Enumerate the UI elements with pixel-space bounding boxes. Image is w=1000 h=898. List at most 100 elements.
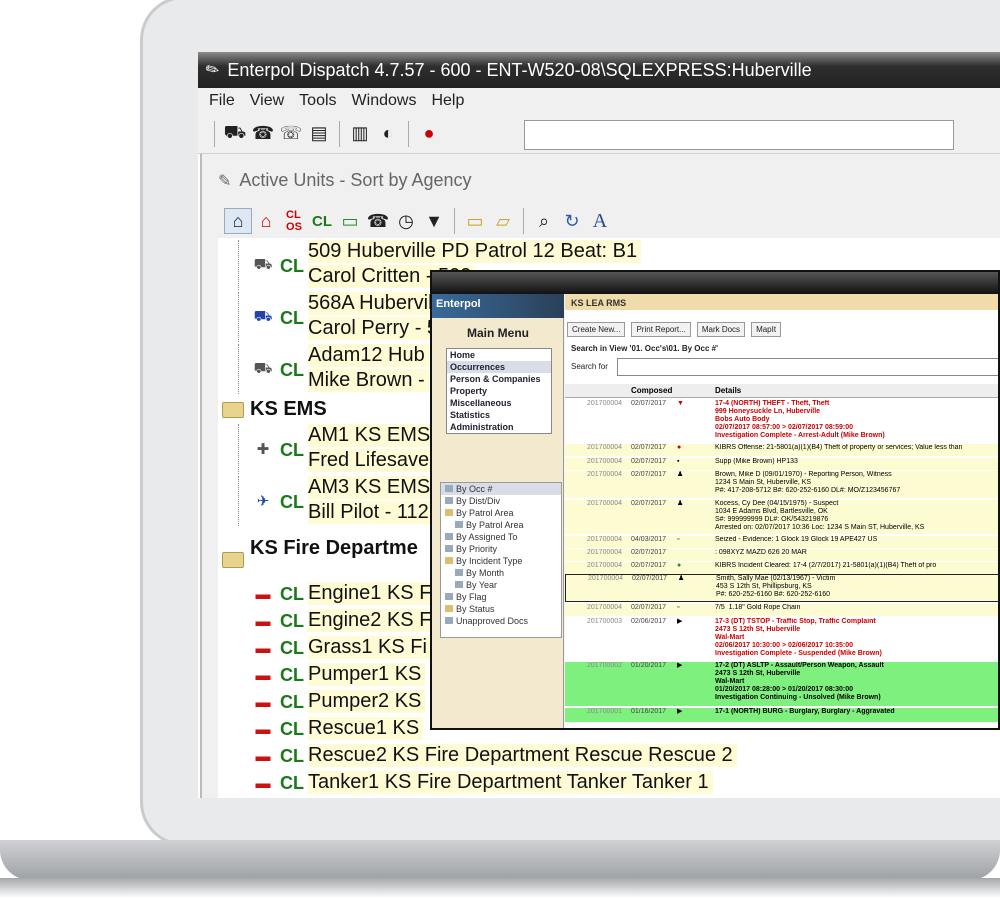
- tree-item[interactable]: By Status: [441, 603, 561, 615]
- notepad-icon[interactable]: ▥: [346, 121, 374, 147]
- tree-item[interactable]: By Patrol Area: [441, 507, 561, 519]
- agency-group-ks-fire[interactable]: KS Fire Departme: [222, 528, 418, 568]
- result-row[interactable]: 201700004 02/07/2017 ● KIBRS Offense: 21-58…: [565, 444, 998, 456]
- menu-item-statistics[interactable]: Statistics: [447, 409, 551, 421]
- pane-toolbar: ⌂ ⌂ CL OS CL ▭ ☎ ◷ ▼ ▭ ▱ ⌕ ↻ A: [224, 204, 614, 238]
- menu-file[interactable]: File: [209, 92, 235, 110]
- result-row[interactable]: 201700004 02/07/2017 ▼ 17-4 (NORTH) THEFT -…: [565, 400, 998, 442]
- create-new-button[interactable]: Create New...: [567, 322, 626, 337]
- tree-item[interactable]: By Incident Type: [441, 555, 561, 567]
- filter-icon[interactable]: ▼: [420, 208, 448, 234]
- menu-help[interactable]: Help: [431, 92, 464, 110]
- menu-view[interactable]: View: [250, 92, 284, 110]
- col-details[interactable]: Details: [715, 386, 741, 395]
- unit-officer: Mike Brown -: [308, 369, 429, 392]
- result-row[interactable]: 201700001 01/16/2017 ▶ 17-1 (NORTH) BURG - …: [565, 708, 998, 722]
- fire-truck-icon: ▬: [255, 747, 271, 765]
- tree-item[interactable]: By Month: [441, 567, 561, 579]
- person-icon: ♟: [677, 500, 684, 507]
- main-menu-heading: Main Menu: [467, 326, 529, 340]
- folder-open-icon[interactable]: ▱: [489, 208, 517, 234]
- font-icon[interactable]: A: [586, 208, 614, 234]
- siren-icon[interactable]: ●: [415, 121, 443, 147]
- fire-truck-icon: ▬: [255, 666, 271, 684]
- laptop-icon[interactable]: ▭: [336, 208, 364, 234]
- result-row[interactable]: 201700003 02/06/2017 ▶ 17-3 (DT) TSTOP - Tr…: [565, 618, 998, 660]
- mark-docs-button[interactable]: Mark Docs: [696, 322, 746, 337]
- tree-item[interactable]: By Flag: [441, 591, 561, 603]
- preview-icon[interactable]: ⌕: [530, 208, 558, 234]
- car-icon[interactable]: ⛟: [221, 121, 249, 147]
- menu-tools[interactable]: Tools: [299, 92, 336, 110]
- tree-item[interactable]: By Year: [441, 579, 561, 591]
- refresh-icon[interactable]: ↻: [558, 208, 586, 234]
- home-icon[interactable]: ⌂: [224, 208, 252, 234]
- tree-item[interactable]: By Patrol Area: [441, 519, 561, 531]
- tree-item[interactable]: Unapproved Docs: [441, 615, 561, 627]
- unit-title: Pumper1 KS: [308, 663, 426, 686]
- result-row[interactable]: 201700004 02/07/2017 ♟ Kocess, Cy Dee (04/1…: [565, 500, 998, 534]
- phone-icon[interactable]: ☎: [249, 121, 277, 147]
- status-cl: CL: [280, 440, 304, 460]
- fire-truck-icon: ▬: [255, 774, 271, 792]
- unit-officer: Carol Perry - 5: [308, 317, 443, 340]
- id-card-icon[interactable]: ▤: [305, 121, 333, 147]
- menu-windows[interactable]: Windows: [352, 92, 417, 110]
- fire-truck-icon: ▬: [255, 612, 271, 630]
- result-row[interactable]: 201700004 02/07/2017 ▫ 7/5 1.18" Gold Rope …: [565, 604, 998, 616]
- cl-os-icon[interactable]: CL OS: [280, 208, 308, 234]
- status-cl: CL: [280, 773, 304, 793]
- menu-item-property[interactable]: Property: [447, 385, 551, 397]
- menu-item-administration[interactable]: Administration: [447, 421, 551, 433]
- fire-unit-row[interactable]: ▬ CL Tanker1 KS Fire Department Tanker T…: [218, 771, 1000, 797]
- menu-item-misc[interactable]: Miscellaneous: [447, 397, 551, 409]
- tree-item[interactable]: By Priority: [441, 543, 561, 555]
- globe-icon[interactable]: ◐: [374, 121, 402, 147]
- result-row[interactable]: 201700004 04/03/2017 ▫ Seized - Evidence: 1…: [565, 536, 998, 548]
- clock-icon[interactable]: ◷: [392, 208, 420, 234]
- result-row[interactable]: 201700004 02/07/2017 ● KIBRS Incident Clear…: [565, 562, 998, 574]
- view-icon: [445, 485, 453, 492]
- mapit-button[interactable]: MapIt: [751, 322, 782, 337]
- agency-group-label: KS Fire Departme: [250, 536, 418, 559]
- expand-icon: ▶: [677, 662, 683, 669]
- unit-title: Engine2 KS F: [308, 609, 436, 632]
- laptop-base: [0, 840, 1000, 880]
- status-cl: CL: [280, 638, 304, 658]
- evidence-icon: ▫: [677, 536, 680, 543]
- view-icon: [455, 569, 463, 576]
- folder-icon[interactable]: ▭: [461, 208, 489, 234]
- result-row[interactable]: 201700004 02/07/2017 ♟ Smith, Sally Mae (02…: [565, 574, 998, 602]
- fire-unit-row[interactable]: ▬ CL Rescue2 KS Fire Department Rescue R…: [218, 744, 1000, 770]
- menu-item-persons[interactable]: Person & Companies: [447, 373, 551, 385]
- phone-icon[interactable]: ☎: [364, 208, 392, 234]
- multi-phone-icon[interactable]: ☏: [277, 121, 305, 147]
- result-row[interactable]: 201700004 02/07/2017 ▪ Supp (Mike Brown) HP…: [565, 458, 998, 470]
- pane-title: Active Units - Sort by Agency: [239, 170, 472, 190]
- fire-truck-icon: ▬: [255, 720, 271, 738]
- menu-item-home[interactable]: Home: [447, 349, 551, 361]
- offense-icon: ●: [677, 444, 682, 451]
- result-row[interactable]: 201700004 02/07/2017 ♟ Brown, Mike D (09/01…: [565, 471, 998, 498]
- cl-icon[interactable]: CL: [308, 208, 336, 234]
- laptop-shadow: [0, 878, 1000, 898]
- result-row[interactable]: 201700002 01/20/2017 ▶ 17-2 (DT) ASLTP - As…: [565, 662, 998, 706]
- agency-group-ks-ems[interactable]: KS EMS: [222, 398, 327, 421]
- tree-item[interactable]: By Dist/Div: [441, 495, 561, 507]
- col-composed[interactable]: Composed: [631, 386, 672, 395]
- expand-icon: ▶: [677, 618, 683, 625]
- print-report-button[interactable]: Print Report...: [631, 322, 691, 337]
- expand-icon: ▼: [677, 400, 684, 407]
- menu-item-occurrences[interactable]: Occurrences: [447, 361, 551, 373]
- station-icon[interactable]: ⌂: [252, 208, 280, 234]
- status-cl: CL: [280, 360, 304, 380]
- expand-icon: ▶: [677, 708, 683, 715]
- toolbar-search-input[interactable]: [524, 120, 954, 150]
- result-row[interactable]: 201700004 02/07/2017: 098XYZ MAZD 626 20 …: [565, 549, 998, 561]
- view-path: Search in View '01. Occ's\01. By Occ #': [571, 344, 718, 353]
- search-input[interactable]: [617, 358, 998, 376]
- status-cl: CL: [280, 256, 304, 276]
- tree-item[interactable]: By Assigned To: [441, 531, 561, 543]
- folder-icon: [222, 401, 244, 418]
- tree-item[interactable]: By Occ #: [441, 483, 561, 495]
